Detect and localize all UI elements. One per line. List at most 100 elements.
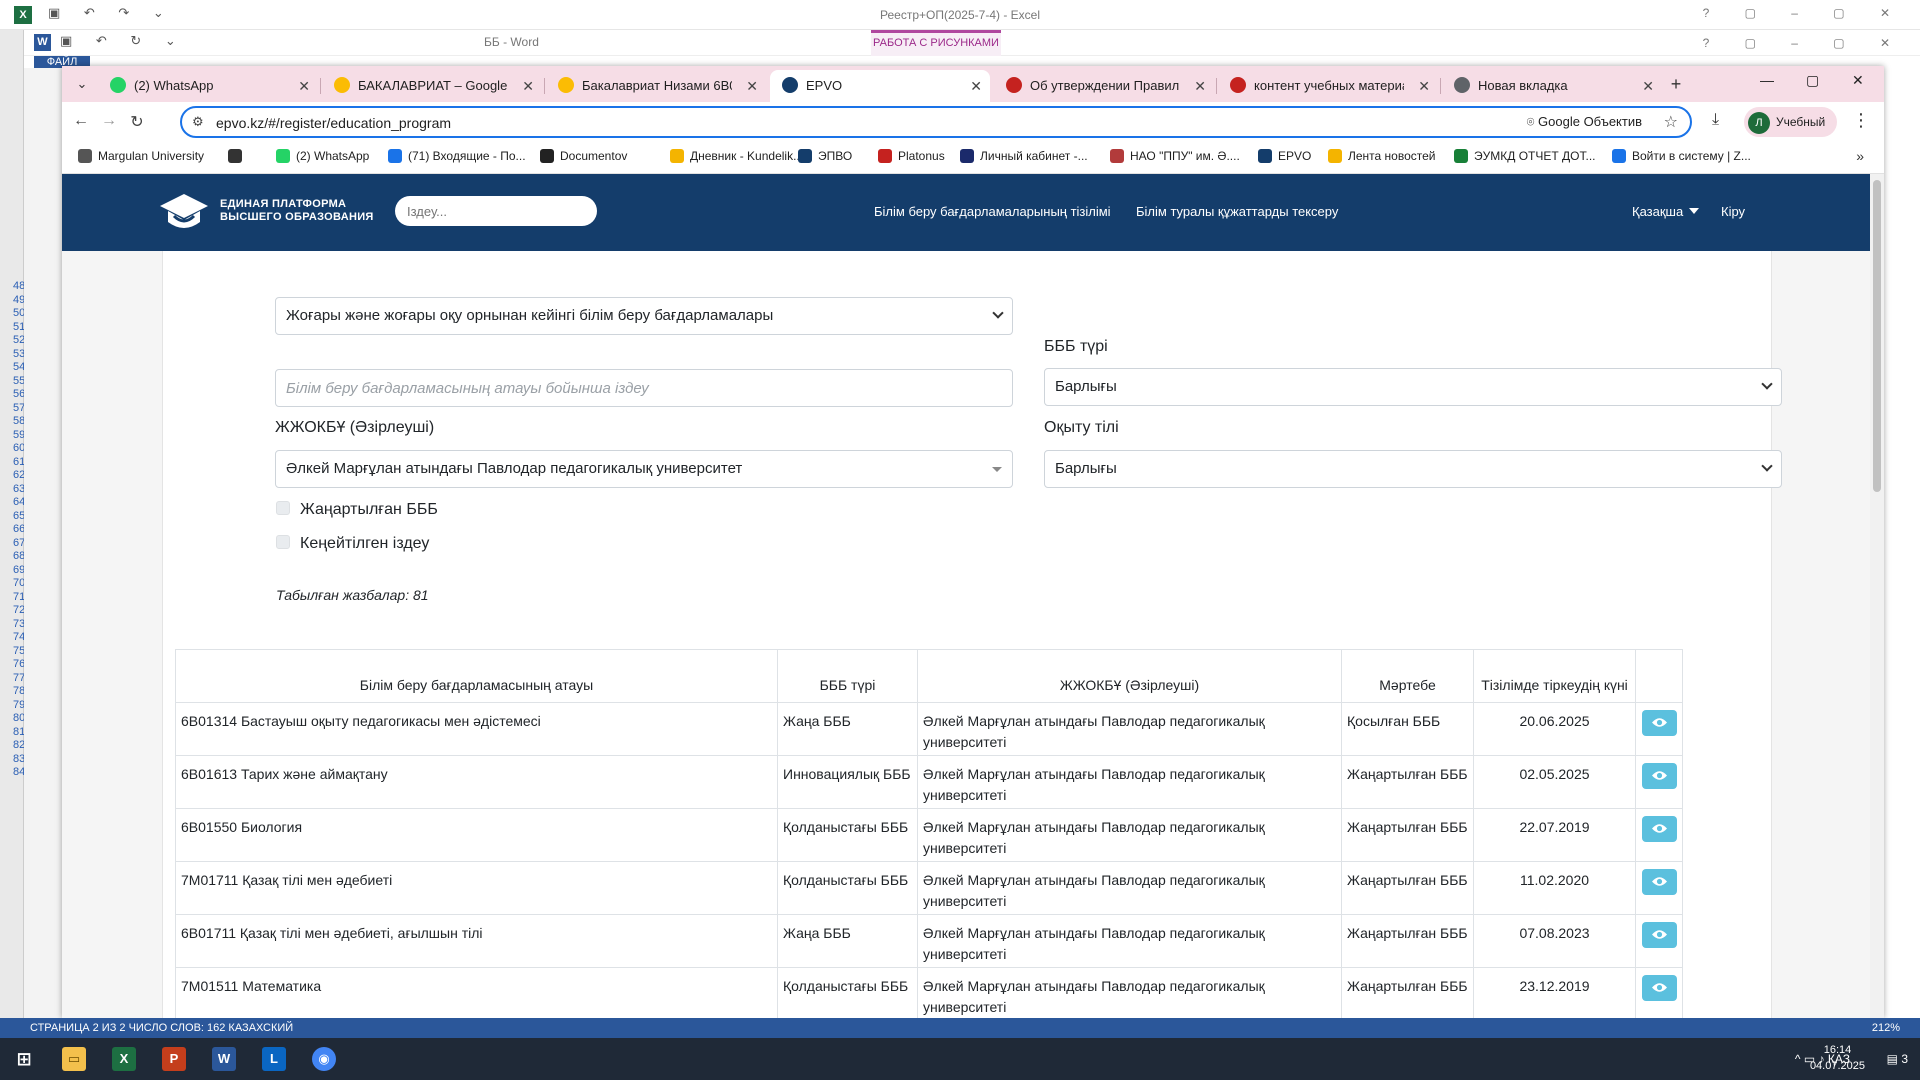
- bookmark-item[interactable]: Лента новостей: [1328, 149, 1436, 163]
- bookmark-item[interactable]: EPVO: [1258, 149, 1311, 163]
- view-program-button[interactable]: [1641, 710, 1677, 736]
- tab-label: БАКАЛАВРИАТ – Google Ди: [358, 78, 508, 93]
- program-level-select[interactable]: Жоғары және жоғары оқу орнынан кейінгі б…: [275, 297, 1013, 335]
- program-name-cell: 7M01511 Математика: [175, 967, 778, 1018]
- login-link[interactable]: Кіру: [1721, 204, 1745, 219]
- excel-row-number: 59: [13, 428, 24, 441]
- bookmark-item[interactable]: Войти в систему | Z...: [1612, 149, 1751, 163]
- close-tab-icon[interactable]: ✕: [298, 70, 310, 102]
- nav-verify-link[interactable]: Білім туралы құжаттарды тексеру: [1136, 204, 1338, 219]
- close-tab-icon[interactable]: ✕: [1642, 70, 1654, 102]
- nav-registry-link[interactable]: Білім беру бағдарламаларының тізілімі: [874, 204, 1111, 219]
- browser-tab[interactable]: БАКАЛАВРИАТ – Google Ди ✕: [322, 70, 542, 102]
- browser-tab[interactable]: (2) WhatsApp ✕: [98, 70, 318, 102]
- excel-row-number: 67: [13, 536, 24, 549]
- view-program-button[interactable]: [1641, 975, 1677, 1001]
- site-info-icon[interactable]: ⚙: [192, 114, 204, 130]
- new-tab-button[interactable]: +: [1664, 73, 1688, 95]
- profile-button[interactable]: Л Учебный: [1744, 107, 1838, 137]
- epvo-icon: [782, 77, 798, 93]
- bookmarks-overflow-icon[interactable]: »: [1856, 148, 1864, 164]
- close-tab-icon[interactable]: ✕: [1194, 70, 1206, 102]
- checkbox-box[interactable]: [276, 501, 290, 515]
- browser-tab[interactable]: Об утверждении Правил ра ✕: [994, 70, 1214, 102]
- bookmark-item[interactable]: Дневник - Kundelik...: [670, 149, 803, 163]
- browser-tab[interactable]: EPVO ✕: [770, 70, 990, 102]
- updated-bbb-checkbox[interactable]: Жаңартылған БББ: [276, 501, 438, 519]
- language-dropdown[interactable]: Қазақша: [1632, 204, 1700, 219]
- word-taskbar-icon[interactable]: W: [212, 1047, 236, 1071]
- windows-start-icon[interactable]: ⊞: [12, 1047, 36, 1071]
- university-select[interactable]: Әлкей Марғұлан атындағы Павлодар педагог…: [275, 450, 1013, 488]
- word-window-controls[interactable]: ? ▢ – ▢ ✕: [1703, 36, 1906, 50]
- bookmark-item[interactable]: ЭУМКД ОТЧЕТ ДОТ...: [1454, 149, 1596, 163]
- bookmark-item[interactable]: Documentov: [540, 149, 627, 163]
- header-search-input[interactable]: [395, 196, 597, 226]
- excel-row-number: 69: [13, 563, 24, 576]
- address-bar[interactable]: ⚙ ⌾ Google Объектив ☆: [180, 106, 1692, 138]
- url-input[interactable]: [216, 113, 1316, 133]
- excel-row-number: 56: [13, 388, 24, 400]
- bookmark-item[interactable]: (71) Входящие - По...: [388, 149, 526, 163]
- program-name-search-input[interactable]: [275, 369, 1013, 407]
- word-zoom-level[interactable]: 212%: [1872, 1018, 1900, 1038]
- column-header-type: БББ түрі: [777, 649, 918, 703]
- extended-search-checkbox[interactable]: Кеңейтілген іздеу: [276, 535, 429, 553]
- browser-tab[interactable]: контент учебных материало ✕: [1218, 70, 1438, 102]
- bookmark-item[interactable]: Platonus: [878, 149, 945, 163]
- checkbox-box[interactable]: [276, 535, 290, 549]
- tab-separator: [1440, 78, 1441, 94]
- bookmark-favicon-icon: [798, 149, 812, 163]
- close-tab-icon[interactable]: ✕: [970, 70, 982, 102]
- close-tab-icon[interactable]: ✕: [522, 70, 534, 102]
- notifications-icon[interactable]: ▤ 3: [1887, 1052, 1908, 1066]
- download-icon[interactable]: ⤓: [1712, 111, 1719, 129]
- teaching-language-select[interactable]: Барлығы: [1044, 450, 1782, 488]
- back-arrow-icon[interactable]: ←: [70, 112, 92, 130]
- reload-icon[interactable]: ↻: [126, 112, 148, 132]
- university-cell: Әлкей Марғұлан атындағы Павлодар педагог…: [917, 967, 1342, 1018]
- windows-taskbar: ⊞ ▭ X P W L ◉ ^ ▭ ♪ ҚАЗ 16:14 04.07.2025…: [0, 1038, 1920, 1080]
- powerpoint-taskbar-icon[interactable]: P: [162, 1047, 186, 1071]
- excel-taskbar-icon[interactable]: X: [112, 1047, 136, 1071]
- browser-tab[interactable]: Бакалавриат Низами 6В016 ✕: [546, 70, 766, 102]
- taskbar-clock[interactable]: 16:14 04.07.2025: [1810, 1042, 1865, 1074]
- browser-tab[interactable]: Новая вкладка ✕: [1442, 70, 1662, 102]
- google-lens-button[interactable]: ⌾ Google Объектив: [1527, 114, 1642, 130]
- chevron-down-icon: [992, 307, 1004, 319]
- view-program-button[interactable]: [1641, 922, 1677, 948]
- minimize-icon[interactable]: —: [1760, 72, 1774, 88]
- bookmark-favicon-icon: [1328, 149, 1342, 163]
- bookmark-label: Margulan University: [98, 149, 205, 163]
- page-scrollbar[interactable]: [1870, 174, 1884, 1018]
- bookmark-item[interactable]: Margulan University: [78, 149, 204, 163]
- excel-row-number: 84: [13, 766, 24, 778]
- close-tab-icon[interactable]: ✕: [746, 70, 758, 102]
- bookmark-item[interactable]: Личный кабинет -...: [960, 149, 1088, 163]
- file-explorer-icon[interactable]: ▭: [62, 1047, 86, 1071]
- browser-menu-icon[interactable]: ⋮: [1852, 110, 1870, 131]
- close-window-icon[interactable]: ✕: [1852, 72, 1864, 89]
- scrollbar-thumb[interactable]: [1873, 180, 1881, 492]
- tab-label: EPVO: [806, 78, 843, 93]
- excel-window-controls[interactable]: ? ▢ – ▢ ✕: [1703, 6, 1906, 20]
- university-cell: Әлкей Марғұлан атындағы Павлодар педагог…: [917, 702, 1342, 756]
- tab-search-chevron-icon[interactable]: ⌄: [70, 73, 94, 95]
- word-quick-access[interactable]: ▣ ↶ ↻ ⌄: [60, 33, 186, 49]
- maximize-icon[interactable]: ▢: [1806, 72, 1819, 89]
- bookmark-item[interactable]: НАО "ППУ" им. Ә....: [1110, 149, 1240, 163]
- excel-row-number: 60: [13, 442, 24, 454]
- lync-taskbar-icon[interactable]: L: [262, 1047, 286, 1071]
- excel-row-number: 71: [13, 590, 24, 603]
- bookmark-item[interactable]: ЭПВО: [798, 149, 852, 163]
- view-program-button[interactable]: [1641, 869, 1677, 895]
- view-program-button[interactable]: [1641, 816, 1677, 842]
- bookmark-star-icon[interactable]: ☆: [1664, 112, 1678, 132]
- bookmark-item[interactable]: (2) WhatsApp: [276, 149, 369, 163]
- close-tab-icon[interactable]: ✕: [1418, 70, 1430, 102]
- bbb-type-select[interactable]: Барлығы: [1044, 368, 1782, 406]
- chrome-taskbar-icon[interactable]: ◉: [312, 1047, 336, 1071]
- view-program-button[interactable]: [1641, 763, 1677, 789]
- bookmark-item[interactable]: [228, 149, 248, 163]
- forward-arrow-icon[interactable]: →: [98, 112, 120, 130]
